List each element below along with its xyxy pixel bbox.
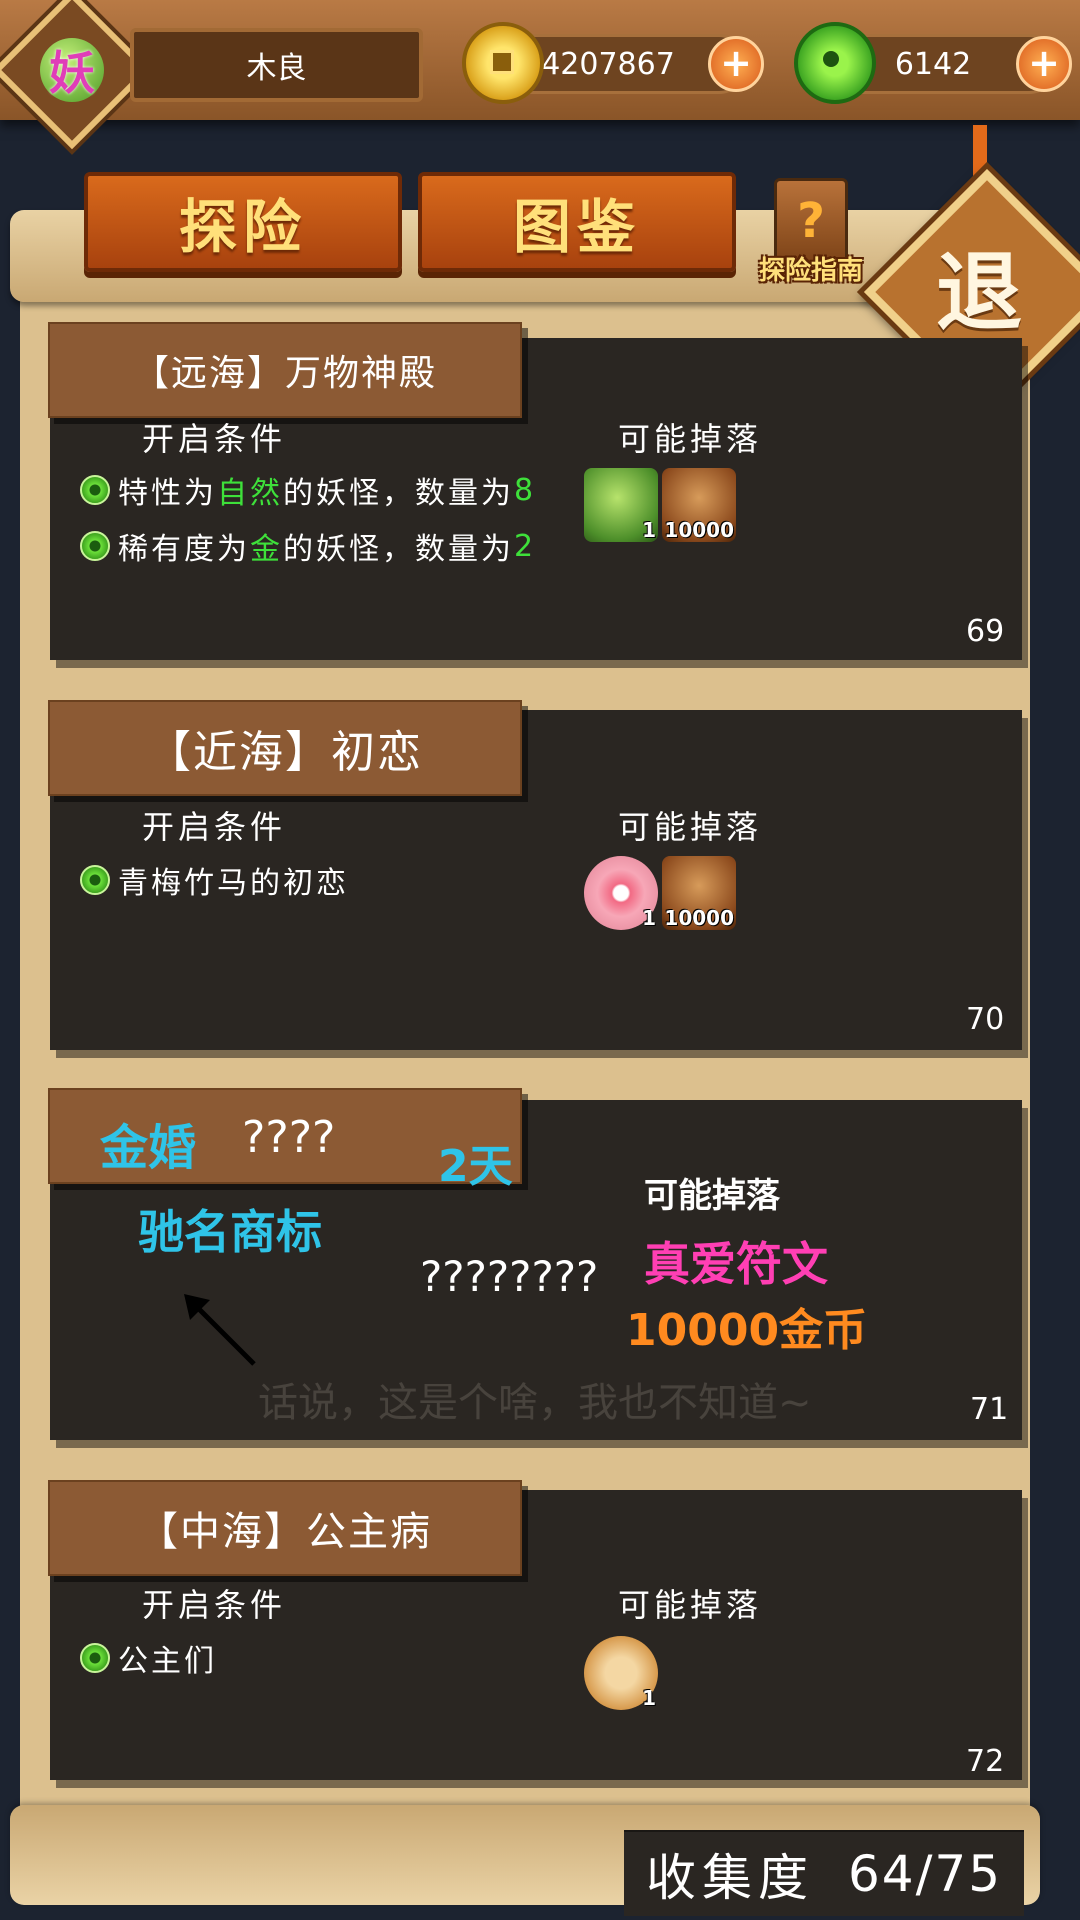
condition-text: 特性为 xyxy=(118,476,217,511)
level-number: 72 xyxy=(966,1744,1005,1779)
condition-row: 青梅竹马的初恋 xyxy=(80,858,349,902)
days-overlay: 2天 xyxy=(438,1141,513,1192)
jade-icon xyxy=(794,22,876,104)
arrow-annotation xyxy=(184,1294,256,1366)
conditions-header: 开启条件 xyxy=(142,420,287,458)
level-number: 71 xyxy=(970,1392,1009,1427)
drop-rune-text: 真爱符文 xyxy=(644,1237,828,1291)
money-bag-icon[interactable]: 10000 xyxy=(662,468,736,542)
condition-row: 特性为 自然 的妖怪，数量为 8 xyxy=(80,468,536,512)
condition-row: 稀有度为金的妖怪，数量为 2 xyxy=(80,524,536,568)
condition-row: 公主们 xyxy=(80,1636,217,1680)
condition-text: 公主们 xyxy=(118,1644,217,1679)
drops-header: 可能掉落 xyxy=(618,808,763,846)
collection-label: 收集度 xyxy=(645,1849,814,1907)
tab-collection[interactable]: 图鉴 xyxy=(418,172,736,272)
coin-icon xyxy=(462,22,544,104)
condition-text: 的妖怪，数量为 xyxy=(283,476,514,511)
condition-text: 的妖怪，数量为 xyxy=(283,532,514,567)
condition-highlight: 自然 xyxy=(217,476,283,511)
bullet-icon xyxy=(80,1643,110,1673)
drop-gold-text: 10000金币 xyxy=(626,1305,868,1356)
drop-count: 1 xyxy=(642,906,656,930)
drop-count: 10000 xyxy=(664,518,734,542)
condition-count: 2 xyxy=(514,528,537,564)
green-orb-icon[interactable]: 1 xyxy=(584,468,658,542)
exit-label[interactable]: 退 xyxy=(920,225,1038,343)
drops-header: 可能掉落 xyxy=(618,1586,763,1624)
drop-count: 10000 xyxy=(664,906,734,930)
drop-count: 1 xyxy=(642,518,656,542)
player-name: 木良 xyxy=(130,28,423,102)
level-number: 70 xyxy=(966,1002,1005,1037)
level-number: 69 xyxy=(966,614,1005,649)
condition-text: 青梅竹马的初恋 xyxy=(118,866,349,901)
drops-header: 可能掉落 xyxy=(644,1176,780,1216)
bullet-icon xyxy=(80,475,110,505)
drop-count: 1 xyxy=(642,1686,656,1710)
conditions-header: 开启条件 xyxy=(142,808,287,846)
condition-text: 稀有度为 xyxy=(118,532,250,567)
level-title: 【中海】公主病 xyxy=(48,1480,522,1576)
add-coins-button[interactable]: + xyxy=(708,36,764,92)
explore-guide-button[interactable]: ? 探险指南 xyxy=(748,178,874,288)
heart-orb-icon[interactable]: 1 xyxy=(584,856,658,930)
unknown-conditions: ???????? xyxy=(420,1252,599,1301)
condition-count: 8 xyxy=(514,472,537,508)
condition-highlight: 金 xyxy=(250,532,283,567)
level-title: 【近海】初恋 xyxy=(48,700,522,796)
add-jade-button[interactable]: + xyxy=(1016,36,1072,92)
avatar[interactable]: 妖 xyxy=(40,38,104,102)
money-bag-icon[interactable]: 10000 xyxy=(662,856,736,930)
brand-note: 驰名商标 xyxy=(138,1205,322,1259)
tab-explore[interactable]: 探险 xyxy=(84,172,402,272)
level-title: 【远海】万物神殿 xyxy=(48,322,522,418)
caption-note: 话说，这是个啥，我也不知道~ xyxy=(258,1380,812,1426)
fan-item-icon[interactable]: 1 xyxy=(584,1636,658,1710)
title-overlay: 金婚 xyxy=(100,1120,197,1176)
bullet-icon xyxy=(80,531,110,561)
collection-value: 64/75 xyxy=(847,1845,1003,1903)
conditions-header: 开启条件 xyxy=(142,1586,287,1624)
bullet-icon xyxy=(80,865,110,895)
unknown-title: ???? xyxy=(242,1112,336,1163)
collection-progress: 收集度 64/75 xyxy=(624,1832,1024,1916)
guide-label: 探险指南 xyxy=(758,256,863,286)
drops-header: 可能掉落 xyxy=(618,420,763,458)
